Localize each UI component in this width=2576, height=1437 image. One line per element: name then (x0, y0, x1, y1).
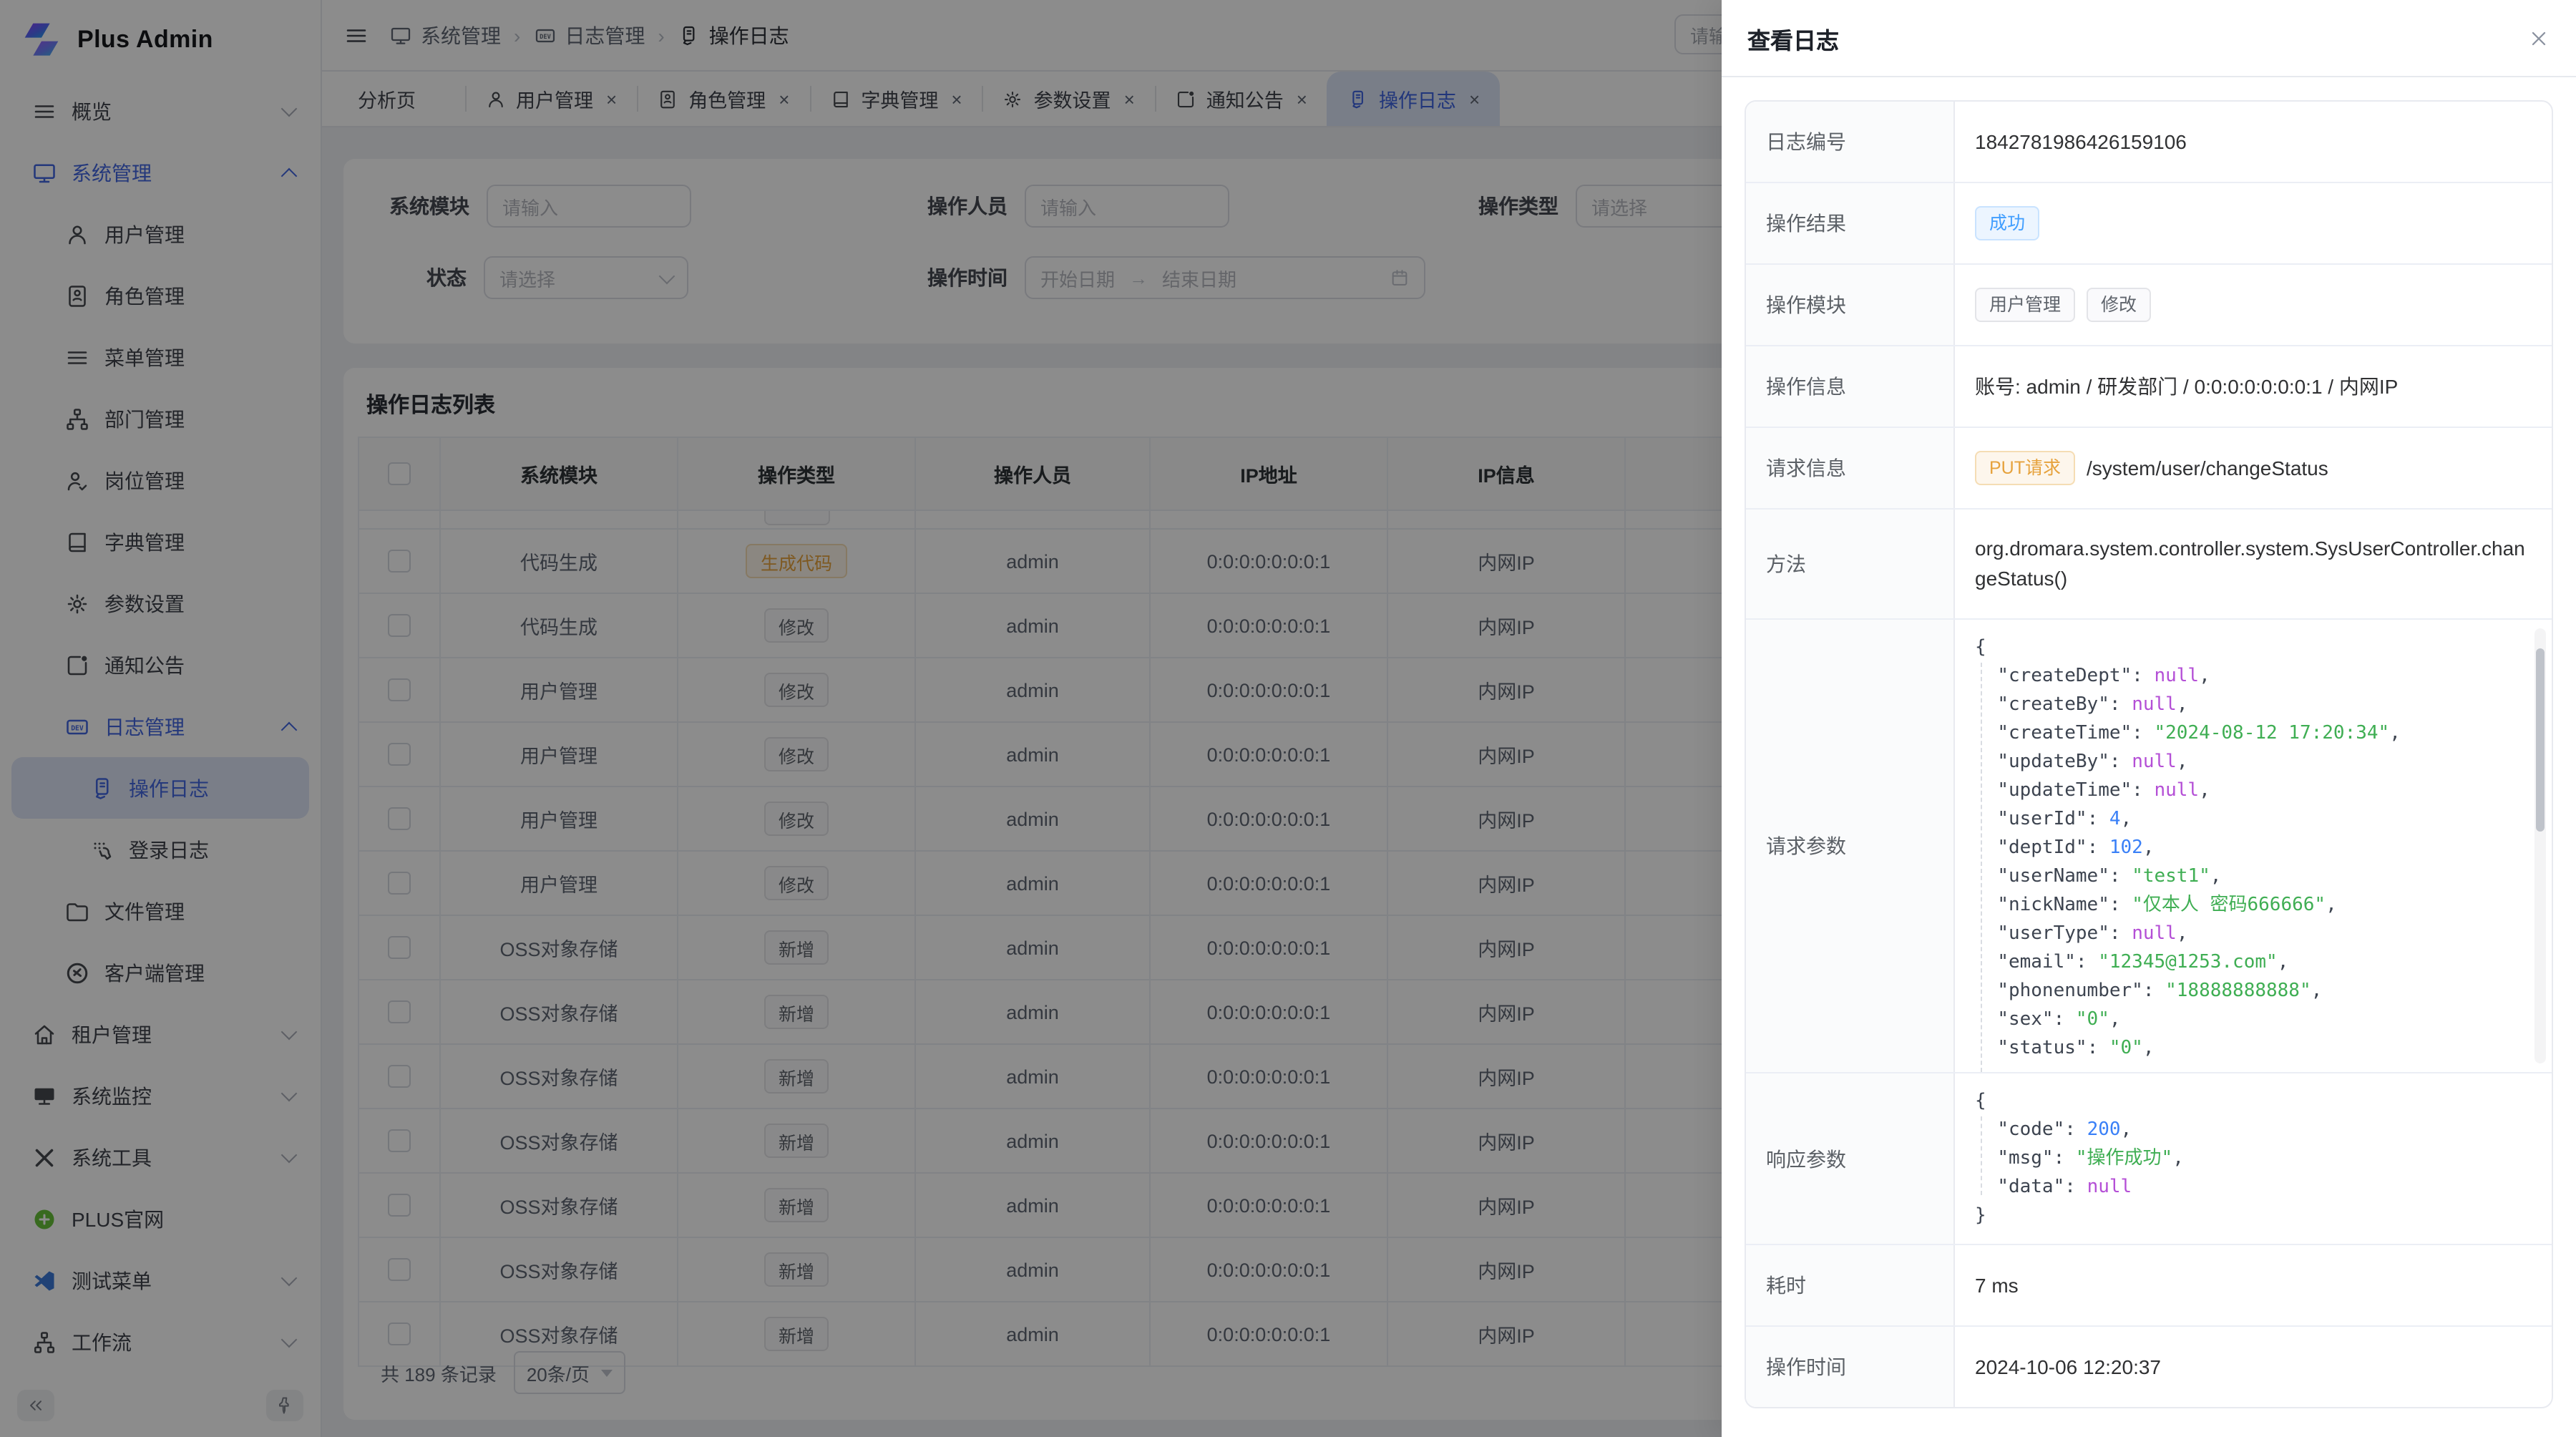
operation-time-value: 2024-10-06 12:20:37 (1954, 1326, 2552, 1407)
request-params-block: { "createDept": null, "createBy": null, … (1955, 620, 2552, 1072)
response-params-block: { "code": 200, "msg": "操作成功", "data": nu… (1955, 1073, 2552, 1244)
request-params-json: { "createDept": null, "createBy": null, … (1975, 634, 2532, 1063)
indent-guide (1981, 1116, 1982, 1195)
view-log-drawer: 查看日志 日志编号 1842781986426159106 操作结果 成功 操作… (1722, 0, 2576, 1437)
result-badge: 成功 (1975, 206, 2039, 240)
scrollbar-thumb[interactable] (2536, 648, 2545, 832)
indent-guide (1981, 663, 1982, 1072)
log-detail-table: 日志编号 1842781986426159106 操作结果 成功 操作模块 用户… (1745, 100, 2553, 1408)
module-badge: 用户管理 (1975, 288, 2075, 322)
response-params-json: { "code": 200, "msg": "操作成功", "data": nu… (1975, 1088, 2532, 1231)
close-drawer-icon[interactable] (2527, 26, 2550, 49)
scrollbar-track (2534, 628, 2546, 1063)
log-id-value: 1842781986426159106 (1954, 102, 2552, 182)
duration-value: 7 ms (1954, 1244, 2552, 1326)
operation-info-value: 账号: admin / 研发部门 / 0:0:0:0:0:0:0:1 / 内网I… (1954, 346, 2552, 427)
app-window: Plus Admin 概览 系统管理 用户管理 角色管理 (0, 0, 2576, 1437)
request-method-badge: PUT请求 (1975, 451, 2075, 485)
drawer-header: 查看日志 (1722, 0, 2576, 77)
request-url: /system/user/changeStatus (2087, 453, 2328, 483)
method-value: org.dromara.system.controller.system.Sys… (1954, 509, 2552, 619)
action-badge: 修改 (2087, 288, 2151, 322)
drawer-title: 查看日志 (1747, 21, 1839, 55)
